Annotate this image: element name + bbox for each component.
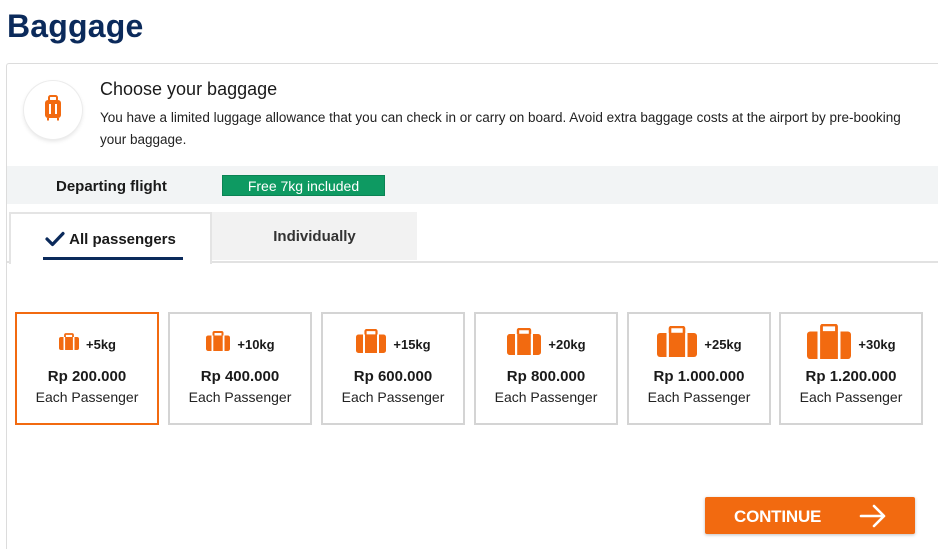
option-each: Each Passenger (188, 389, 292, 405)
intro-text: You have a limited luggage allowance tha… (100, 110, 901, 147)
check-icon (45, 231, 65, 247)
option-each: Each Passenger (799, 389, 903, 405)
intro-heading: Choose your baggage (100, 79, 278, 99)
baggage-option-10kg[interactable]: +10kg Rp 400.000 Each Passenger (168, 312, 312, 425)
page-title: Baggage (7, 8, 144, 44)
arrow-right-icon (859, 503, 887, 534)
tab-individually[interactable]: Individually (212, 212, 417, 260)
suitcase-icon (58, 332, 80, 356)
option-weight: +30kg (858, 336, 896, 352)
suitcase-icon (355, 328, 387, 359)
option-each: Each Passenger (647, 389, 751, 405)
tab-individually-label: Individually (273, 227, 356, 245)
option-price: Rp 1.000.000 (653, 368, 745, 385)
option-price: Rp 800.000 (506, 368, 586, 385)
baggage-option-30kg[interactable]: +30kg Rp 1.200.000 Each Passenger (779, 312, 923, 425)
passenger-tabs: All passengers Individually (7, 212, 938, 264)
baggage-option-20kg[interactable]: +20kg Rp 800.000 Each Passenger (474, 312, 618, 425)
tab-all-passengers[interactable]: All passengers (9, 212, 212, 264)
option-price: Rp 600.000 (353, 368, 433, 385)
option-price: Rp 200.000 (47, 368, 127, 385)
free-allowance-badge: Free 7kg included (222, 175, 385, 196)
option-each: Each Passenger (494, 389, 598, 405)
baggage-card: Choose your baggage You have a limited l… (6, 63, 938, 549)
suitcase-icon (506, 327, 542, 361)
continue-label: CONTINUE (734, 507, 822, 526)
suitcase-icon (806, 323, 852, 365)
intro-icon-circle (24, 81, 82, 139)
option-weight: +5kg (86, 336, 116, 352)
option-price: Rp 1.200.000 (805, 368, 897, 385)
flight-bar: Departing flight Free 7kg included (7, 166, 938, 204)
tab-all-passengers-label: All passengers (69, 230, 176, 248)
baggage-option-15kg[interactable]: +15kg Rp 600.000 Each Passenger (321, 312, 465, 425)
active-tab-indicator (43, 257, 183, 260)
option-weight: +10kg (237, 336, 275, 352)
suitcase-icon (656, 325, 698, 363)
option-each: Each Passenger (35, 389, 139, 405)
option-weight: +15kg (393, 336, 431, 352)
suitcase-icon (205, 331, 231, 357)
option-each: Each Passenger (341, 389, 445, 405)
option-weight: +25kg (704, 336, 742, 352)
option-price: Rp 400.000 (200, 368, 280, 385)
baggage-option-5kg[interactable]: +5kg Rp 200.000 Each Passenger (15, 312, 159, 425)
continue-button[interactable]: CONTINUE (705, 497, 915, 534)
baggage-option-25kg[interactable]: +25kg Rp 1.000.000 Each Passenger (627, 312, 771, 425)
option-weight: +20kg (548, 336, 586, 352)
luggage-icon (43, 94, 63, 126)
flight-label: Departing flight (56, 178, 167, 195)
